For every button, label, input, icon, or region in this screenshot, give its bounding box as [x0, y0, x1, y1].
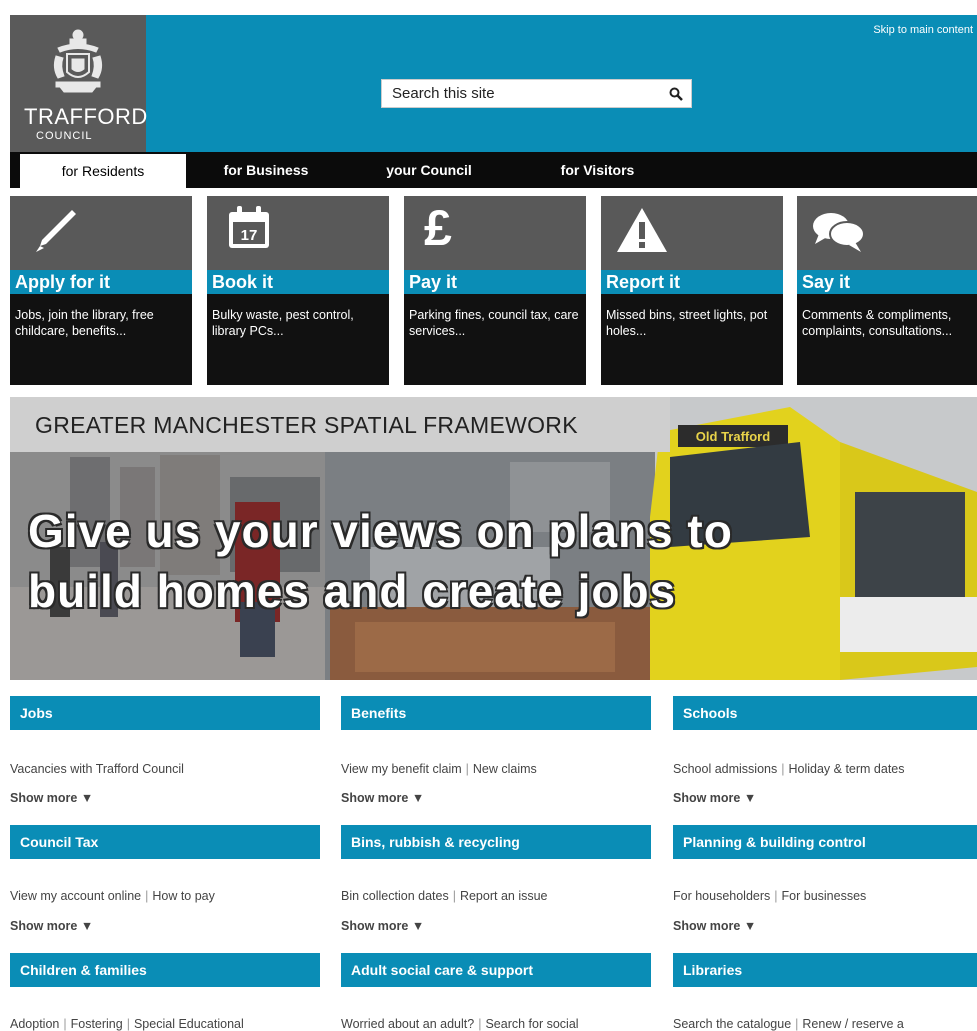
- category-planning-building-control[interactable]: Planning & building control: [673, 825, 977, 859]
- link-fostering[interactable]: Fostering: [71, 1017, 123, 1031]
- separator: |: [63, 1017, 67, 1031]
- category-children-families[interactable]: Children & families: [10, 953, 320, 987]
- tram-destination-sign: Old Trafford: [696, 429, 770, 444]
- link-search-the-catalogue[interactable]: Search the catalogue: [673, 1017, 791, 1031]
- trafford-council-logo[interactable]: TRAFFORD COUNCIL: [10, 15, 148, 152]
- category-council-tax[interactable]: Council Tax: [10, 825, 320, 859]
- link-for-householders[interactable]: For householders: [673, 889, 770, 903]
- logo-subtitle: COUNCIL: [36, 130, 93, 142]
- category-schools[interactable]: Schools: [673, 696, 977, 730]
- category-links: Vacancies with Trafford Council: [10, 762, 184, 776]
- banner-headline: Give us your views on plans to build hom…: [28, 501, 958, 621]
- show-more-button[interactable]: Show more ▼: [341, 919, 424, 933]
- link-search-for-social[interactable]: Search for social: [485, 1017, 578, 1031]
- show-more-button[interactable]: Show more ▼: [10, 791, 93, 805]
- category-adult-social-care[interactable]: Adult social care & support: [341, 953, 651, 987]
- calendar-icon: 17: [229, 206, 269, 248]
- link-vacancies[interactable]: Vacancies with Trafford Council: [10, 762, 184, 776]
- category-links: Search the catalogue | Renew / reserve a: [673, 1017, 904, 1031]
- link-worried-about-an-adult[interactable]: Worried about an adult?: [341, 1017, 474, 1031]
- category-bins-rubbish-recycling[interactable]: Bins, rubbish & recycling: [341, 825, 651, 859]
- tab-your-council[interactable]: your Council: [374, 152, 484, 188]
- link-report-an-issue[interactable]: Report an issue: [460, 889, 548, 903]
- speech-bubbles-icon: [813, 213, 865, 252]
- category-links: View my account online | How to pay: [10, 889, 215, 903]
- category-benefits[interactable]: Benefits: [341, 696, 651, 730]
- separator: |: [126, 1017, 130, 1031]
- link-renew-reserve[interactable]: Renew / reserve a: [802, 1017, 903, 1031]
- tile-description: Jobs, join the library, free childcare, …: [15, 308, 154, 338]
- separator: |: [452, 889, 456, 903]
- tile-title: Book it: [207, 270, 389, 294]
- category-links: Worried about an adult? | Search for socia…: [341, 1017, 579, 1031]
- link-for-businesses[interactable]: For businesses: [782, 889, 867, 903]
- separator: |: [774, 889, 778, 903]
- category-links: View my benefit claim | New claims: [341, 762, 537, 776]
- tile-say-it[interactable]: Say it Comments & compliments, complaint…: [797, 196, 977, 385]
- separator: |: [145, 889, 149, 903]
- tile-report-it[interactable]: Report it Missed bins, street lights, po…: [601, 196, 783, 385]
- tab-for-visitors[interactable]: for Visitors: [545, 152, 650, 188]
- link-view-benefit-claim[interactable]: View my benefit claim: [341, 762, 462, 776]
- tile-book-it[interactable]: 17 Book it Bulky waste, pest control, li…: [207, 196, 389, 385]
- site-search: [381, 79, 692, 108]
- separator: |: [781, 762, 785, 776]
- tile-description: Parking fines, council tax, care service…: [409, 308, 579, 338]
- banner-headline-line-1: Give us your views on plans to: [28, 505, 733, 557]
- show-more-button[interactable]: Show more ▼: [673, 919, 756, 933]
- link-school-admissions[interactable]: School admissions: [673, 762, 777, 776]
- pound-icon: £: [424, 200, 452, 256]
- calendar-day: 17: [241, 227, 258, 244]
- tile-apply-for-it[interactable]: Apply for it Jobs, join the library, fre…: [10, 196, 192, 385]
- pen-icon: [36, 210, 76, 252]
- category-links: School admissions | Holiday & term dates: [673, 762, 905, 776]
- tile-description: Missed bins, street lights, pot holes...: [606, 308, 768, 338]
- logo-name: TRAFFORD: [24, 104, 148, 129]
- link-holiday-term-dates[interactable]: Holiday & term dates: [788, 762, 904, 776]
- link-adoption[interactable]: Adoption: [10, 1017, 59, 1031]
- link-new-claims[interactable]: New claims: [473, 762, 537, 776]
- warning-icon: [617, 208, 667, 252]
- banner-title: GREATER MANCHESTER SPATIAL FRAMEWORK: [35, 412, 578, 438]
- show-more-button[interactable]: Show more ▼: [10, 919, 93, 933]
- category-jobs[interactable]: Jobs: [10, 696, 320, 730]
- category-libraries[interactable]: Libraries: [673, 953, 977, 987]
- link-bin-collection-dates[interactable]: Bin collection dates: [341, 889, 449, 903]
- tab-for-residents[interactable]: for Residents: [20, 154, 186, 190]
- category-links: Adoption | Fostering | Special Educational: [10, 1017, 244, 1031]
- skip-to-main-content-link[interactable]: Skip to main content: [873, 24, 973, 36]
- link-special-educational[interactable]: Special Educational: [134, 1017, 244, 1031]
- link-how-to-pay[interactable]: How to pay: [152, 889, 215, 903]
- category-links: For householders | For businesses: [673, 889, 866, 903]
- separator: |: [795, 1017, 799, 1031]
- tile-title: Report it: [601, 270, 783, 294]
- search-icon: [669, 87, 683, 101]
- tile-pay-it[interactable]: £ Pay it Parking fines, council tax, car…: [404, 196, 586, 385]
- search-button[interactable]: [661, 80, 691, 107]
- search-input[interactable]: [382, 80, 662, 107]
- separator: |: [478, 1017, 482, 1031]
- separator: |: [465, 762, 469, 776]
- show-more-button[interactable]: Show more ▼: [673, 791, 756, 805]
- coat-of-arms-icon: [53, 29, 103, 93]
- tile-title: Pay it: [404, 270, 586, 294]
- banner-headline-line-2: build homes and create jobs: [28, 565, 677, 617]
- tile-title: Apply for it: [10, 270, 192, 294]
- tile-description: Bulky waste, pest control, library PCs..…: [212, 308, 354, 338]
- tile-title: Say it: [797, 270, 977, 294]
- tab-for-business[interactable]: for Business: [206, 152, 326, 188]
- show-more-button[interactable]: Show more ▼: [341, 791, 424, 805]
- gmsf-banner[interactable]: Old Trafford GREATER MANCHESTER SPATIAL …: [10, 397, 977, 680]
- tile-description: Comments & compliments, complaints, cons…: [802, 308, 953, 338]
- category-links: Bin collection dates | Report an issue: [341, 889, 548, 903]
- main-nav: for Residents for Business your Council …: [10, 152, 977, 190]
- link-view-account-online[interactable]: View my account online: [10, 889, 141, 903]
